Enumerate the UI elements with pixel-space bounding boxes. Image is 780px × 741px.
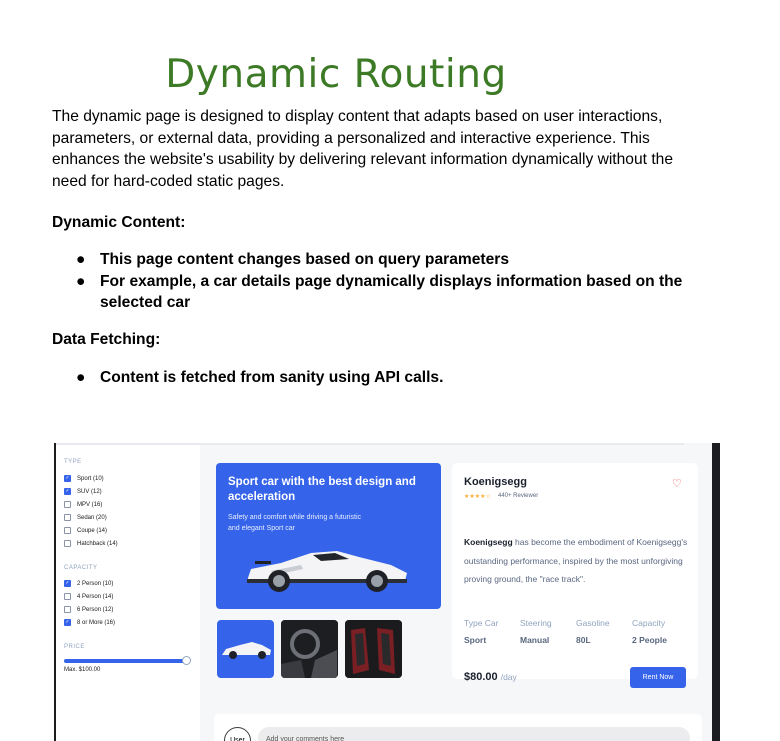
comment-input[interactable]: Add your comments here: [258, 727, 690, 741]
filter-type-suv[interactable]: ✓ SUV (12): [64, 487, 102, 496]
list-item: ● For example, a car details page dynamic…: [76, 272, 683, 312]
website-screenshot: TYPE ✓ Sport (10) ✓ SUV (12) MPV (16) Seda…: [54, 443, 720, 741]
bullet-icon: ●: [76, 369, 86, 386]
thumbnail-car-exterior[interactable]: [217, 620, 274, 678]
filter-sidebar: TYPE ✓ Sport (10) ✓ SUV (12) MPV (16) Seda…: [56, 445, 200, 741]
filter-type-sport[interactable]: ✓ Sport (10): [64, 474, 104, 483]
car-name: Koenigsegg: [464, 476, 527, 488]
checkbox-checked-icon[interactable]: ✓: [64, 619, 71, 626]
checkbox-checked-icon[interactable]: ✓: [64, 580, 71, 587]
promo-banner: Sport car with the best design and accel…: [216, 463, 441, 609]
promo-title: Sport car with the best design and accel…: [228, 476, 416, 503]
page-title: Dynamic Routing: [165, 52, 507, 97]
car-thumbnail-icon: [222, 642, 271, 659]
filter-capacity-8[interactable]: ✓ 8 or More (16): [64, 618, 115, 627]
checkbox-icon[interactable]: [64, 593, 71, 600]
promo-subtitle: Safety and comfort while driving a futur…: [228, 514, 362, 532]
car-detail-card: Koenigsegg ♡ ★★★★☆ 440+ Reviewer Koenigs…: [452, 463, 698, 688]
car-seats-icon: [345, 620, 402, 678]
intro-paragraph: The dynamic page is designed to display …: [52, 108, 673, 190]
price-max-label: Max. $100.00: [64, 667, 101, 673]
price-slider-handle[interactable]: [182, 656, 191, 665]
checkbox-icon[interactable]: [64, 540, 71, 547]
spec-value: Manual: [520, 635, 550, 645]
filter-capacity-4[interactable]: 4 Person (14): [64, 592, 113, 601]
rental-price: $80.00 /day: [464, 671, 517, 683]
heart-icon[interactable]: ♡: [672, 477, 682, 490]
scrollbar[interactable]: [712, 443, 720, 741]
rent-now-button[interactable]: Rent Now: [630, 667, 686, 688]
filter-capacity-2[interactable]: ✓ 2 Person (10): [64, 579, 113, 588]
filter-type-coupe[interactable]: Coupe (14): [64, 526, 107, 535]
car-interior-icon: [281, 620, 338, 678]
review-count: 440+ Reviewer: [498, 493, 539, 499]
capacity-filter-heading: CAPACITY: [64, 565, 98, 571]
bullet-icon: ●: [76, 251, 86, 268]
bullet-icon: ●: [76, 272, 86, 290]
checkbox-checked-icon[interactable]: ✓: [64, 475, 71, 482]
section-heading-data-fetching: Data Fetching:: [52, 331, 161, 348]
spec-label: Capacity: [632, 618, 666, 628]
comment-box: User Add your comments here: [214, 714, 702, 741]
list-item: ● This page content changes based on quer…: [76, 249, 716, 271]
spec-label: Type Car: [464, 618, 499, 628]
checkbox-icon[interactable]: [64, 527, 71, 534]
user-avatar: User: [224, 727, 251, 741]
type-filter-heading: TYPE: [64, 459, 82, 465]
checkbox-checked-icon[interactable]: ✓: [64, 488, 71, 495]
spec-value: Sport: [464, 635, 487, 645]
checkbox-icon[interactable]: [64, 606, 71, 613]
rating-stars-icon: ★★★★☆: [464, 494, 491, 500]
price-slider[interactable]: [64, 659, 186, 663]
car-description: Koenigsegg has become the embodiment of …: [464, 537, 688, 584]
data-fetching-list: ● Content is fetched from sanity using AP…: [76, 367, 716, 389]
sports-car-image: [247, 551, 407, 592]
price-filter-heading: PRICE: [64, 644, 85, 650]
filter-type-hatchback[interactable]: Hatchback (14): [64, 539, 118, 548]
spec-value: 80L: [576, 635, 591, 645]
section-heading-dynamic-content: Dynamic Content:: [52, 214, 186, 231]
thumbnail-car-interior-2[interactable]: [345, 620, 402, 678]
spec-label: Steering: [520, 618, 552, 628]
dynamic-content-list: ● This page content changes based on quer…: [76, 249, 716, 314]
spec-label: Gasoline: [576, 618, 610, 628]
spec-value: 2 People: [632, 635, 667, 645]
filter-type-mpv[interactable]: MPV (16): [64, 500, 102, 509]
filter-capacity-6[interactable]: 6 Person (12): [64, 605, 113, 614]
checkbox-icon[interactable]: [64, 501, 71, 508]
checkbox-icon[interactable]: [64, 514, 71, 521]
list-item: ● Content is fetched from sanity using AP…: [76, 367, 716, 389]
filter-type-sedan[interactable]: Sedan (20): [64, 513, 107, 522]
thumbnail-car-interior-1[interactable]: [281, 620, 338, 678]
